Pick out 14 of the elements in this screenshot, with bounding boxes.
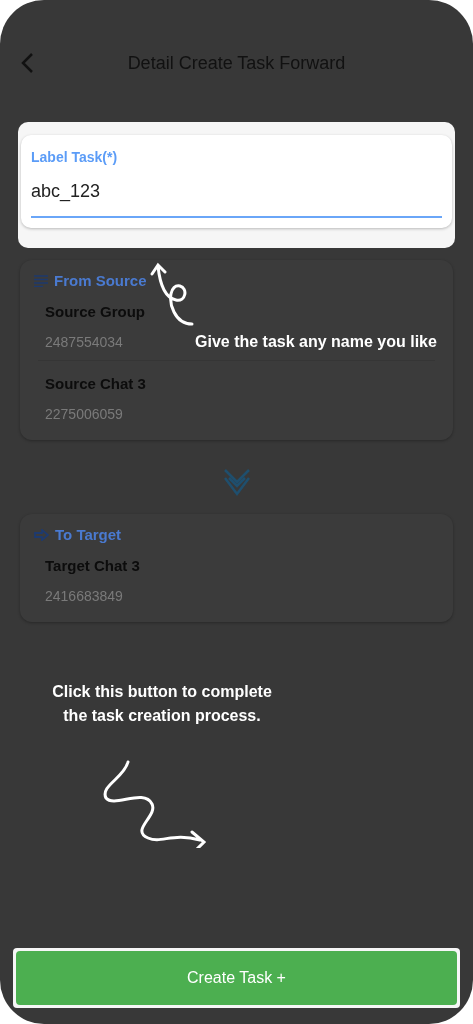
tutorial-hint: Give the task any name you like xyxy=(195,332,437,352)
section-title: From Source xyxy=(54,272,147,289)
chat-id: 2416683849 xyxy=(45,588,123,604)
chat-id: 2487554034 xyxy=(45,334,123,350)
field-label: Label Task(*) xyxy=(31,149,119,165)
label-task-field[interactable]: Label Task(*) abc_123 xyxy=(21,135,452,228)
curly-arrow-icon xyxy=(150,262,194,328)
tutorial-hint: Click this button to complete the task creation process. xyxy=(51,682,273,726)
list-icon xyxy=(34,274,48,287)
chat-id: 2275006059 xyxy=(45,406,123,422)
back-icon[interactable] xyxy=(20,52,34,74)
arrow-right-icon xyxy=(34,528,49,541)
section-title: To Target xyxy=(55,526,122,543)
input-value: abc_123 xyxy=(31,181,442,218)
